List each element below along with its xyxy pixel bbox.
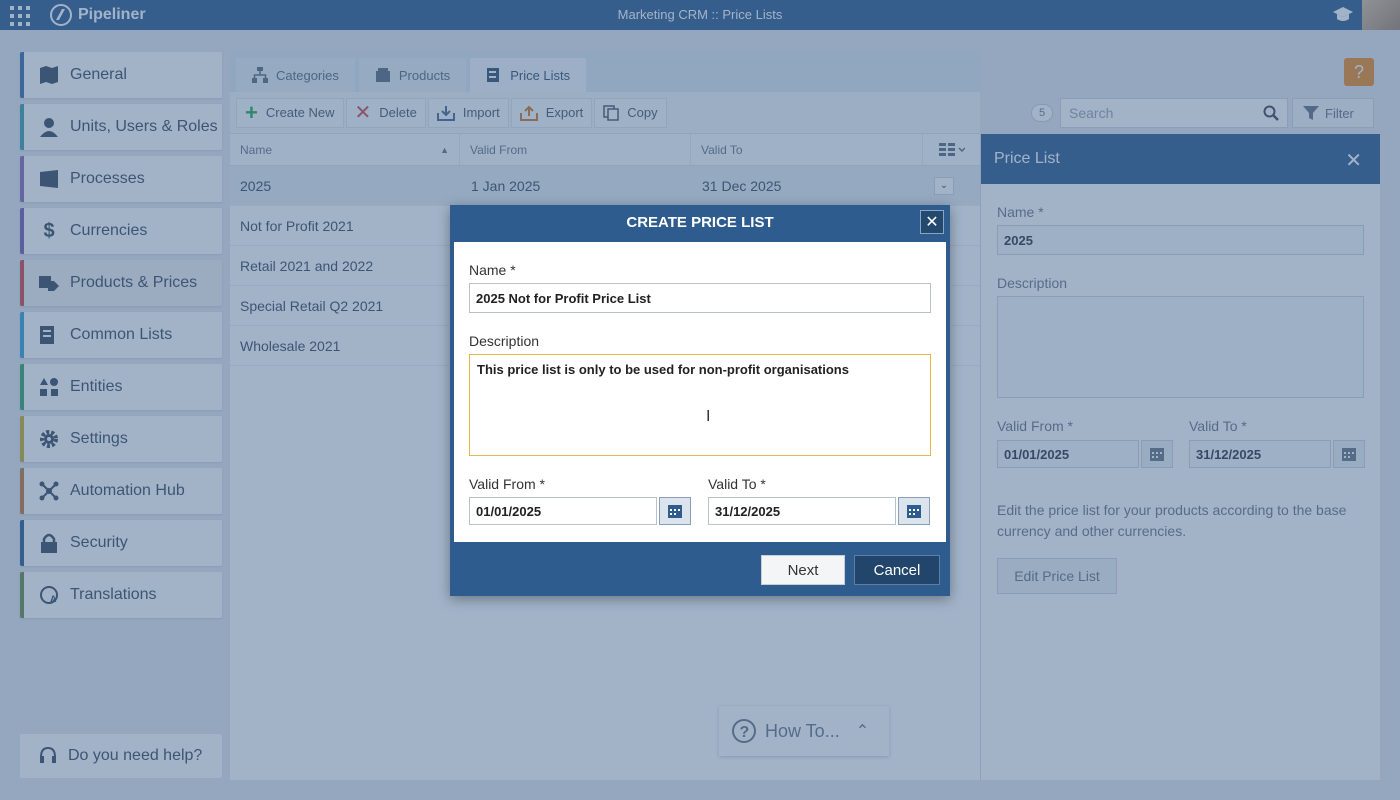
calendar-icon[interactable] bbox=[659, 497, 691, 525]
valid-from-input[interactable]: 01/01/2025 bbox=[469, 497, 657, 525]
close-icon[interactable]: ✕ bbox=[920, 210, 944, 234]
dialog-footer: Next Cancel bbox=[450, 545, 950, 596]
next-button[interactable]: Next bbox=[761, 555, 845, 585]
valid-from-label: Valid From * bbox=[469, 476, 545, 492]
dialog-title: CREATE PRICE LIST bbox=[626, 213, 774, 231]
name-input[interactable]: 2025 Not for Profit Price List bbox=[469, 283, 931, 313]
valid-to-label: Valid To * bbox=[708, 476, 766, 492]
text-cursor-icon: I bbox=[706, 408, 711, 425]
create-price-list-dialog: CREATE PRICE LIST ✕ Name * 2025 Not for … bbox=[450, 205, 950, 596]
valid-to-input[interactable]: 31/12/2025 bbox=[708, 497, 896, 525]
description-textarea[interactable]: This price list is only to be used for n… bbox=[469, 354, 931, 456]
cancel-button[interactable]: Cancel bbox=[854, 555, 940, 585]
name-label: Name * bbox=[469, 262, 516, 278]
dialog-body: Name * 2025 Not for Profit Price List De… bbox=[454, 242, 946, 542]
description-label: Description bbox=[469, 333, 540, 349]
dialog-header: CREATE PRICE LIST ✕ bbox=[450, 205, 950, 239]
calendar-icon[interactable] bbox=[898, 497, 930, 525]
